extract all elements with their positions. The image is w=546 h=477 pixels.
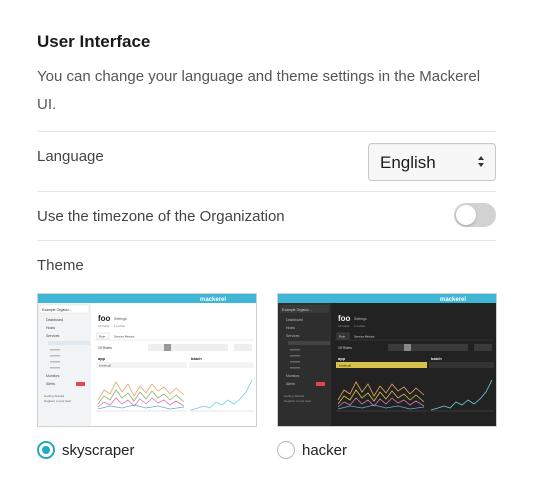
- divider: [37, 131, 496, 132]
- preview-nav-sub: Getting Started: [44, 394, 65, 398]
- preview-service: foo: [338, 314, 351, 323]
- preview-nav: Services: [46, 334, 60, 338]
- preview-panel-title: app: [98, 356, 106, 361]
- divider: [37, 240, 496, 241]
- preview-service: foo: [98, 314, 111, 323]
- preview-nav: Services: [286, 334, 300, 338]
- preview-roles: 19 Roles: [98, 346, 112, 350]
- preview-nav: Monitors: [286, 374, 300, 378]
- preview-nav-sub: Register a new Host: [284, 399, 311, 403]
- preview-logo: mackerel: [200, 297, 226, 303]
- theme-option-hacker[interactable]: hacker: [277, 440, 347, 460]
- preview-nav: Hosts: [46, 326, 55, 330]
- preview-nav: Monitors: [46, 374, 60, 378]
- radio-skyscraper[interactable]: [37, 441, 55, 459]
- theme-preview-skyscraper[interactable]: mackerel Example Organiz... Dashboard Ho…: [37, 293, 257, 427]
- preview-meta: 1 invites: [354, 324, 366, 328]
- user-interface-section: User Interface You can change your langu…: [37, 0, 497, 477]
- preview-nav: Dashboard: [46, 318, 63, 322]
- preview-nav: Hosts: [286, 326, 295, 330]
- theme-option-label: hacker: [302, 441, 348, 459]
- preview-panel-title: batch: [191, 356, 202, 361]
- preview-settings: Settings: [354, 317, 367, 321]
- preview-roles: 19 Roles: [338, 346, 352, 350]
- preview-panel-tag: loadavg5: [99, 364, 112, 368]
- timezone-toggle[interactable]: [454, 203, 496, 227]
- theme-preview-hacker[interactable]: mackerel Example Organiz... Dashboard Ho…: [277, 293, 497, 427]
- preview-panel-title: batch: [431, 356, 442, 361]
- theme-option-label: skyscraper: [62, 441, 135, 459]
- preview-meta: 19 hosts: [98, 324, 110, 328]
- radio-dot: [42, 446, 50, 454]
- preview-tab: Service Metrics: [354, 335, 375, 339]
- preview-tab: Role: [339, 335, 346, 339]
- section-description: You can change your language and theme s…: [37, 68, 481, 113]
- preview-nav-sub: Getting Started: [284, 394, 305, 398]
- select-caret-icon: [478, 155, 485, 169]
- preview-logo: mackerel: [440, 297, 466, 303]
- preview-org: Example Organiz...: [282, 308, 312, 312]
- timezone-label: Use the timezone of the Organization: [37, 208, 285, 225]
- preview-meta: 19 hosts: [338, 324, 350, 328]
- toggle-knob: [456, 205, 476, 225]
- language-select[interactable]: English: [368, 143, 496, 181]
- preview-panel-tag: loadavg5: [339, 364, 352, 368]
- preview-tab: Service Metrics: [114, 335, 135, 339]
- theme-option-skyscraper[interactable]: skyscraper: [37, 440, 135, 460]
- preview-nav: Alerts: [286, 382, 295, 386]
- language-select-value: English: [380, 153, 436, 172]
- preview-nav: Alerts: [46, 382, 55, 386]
- preview-tab: Role: [99, 335, 106, 339]
- preview-org: Example Organiz...: [42, 308, 72, 312]
- divider: [37, 191, 496, 192]
- theme-label: Theme: [37, 257, 84, 274]
- radio-hacker[interactable]: [277, 441, 295, 459]
- preview-nav: Dashboard: [286, 318, 303, 322]
- preview-panel-title: app: [338, 356, 346, 361]
- language-label: Language: [37, 148, 104, 165]
- preview-settings: Settings: [114, 317, 127, 321]
- section-title: User Interface: [37, 32, 151, 51]
- preview-nav-sub: Register a new Host: [44, 399, 71, 403]
- preview-meta: 1 invites: [114, 324, 126, 328]
